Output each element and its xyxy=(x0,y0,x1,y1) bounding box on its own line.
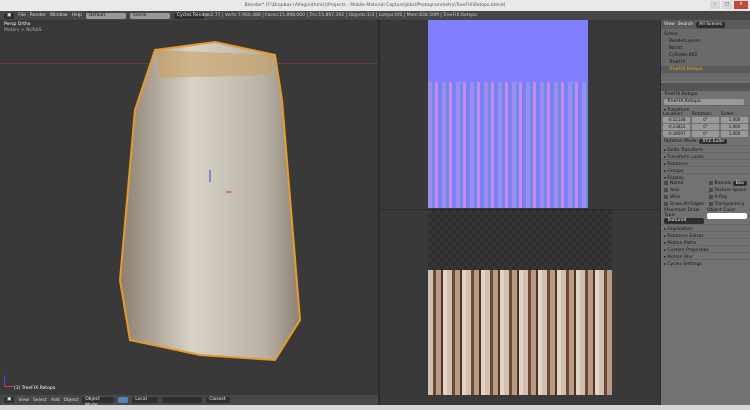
outliner-item[interactable]: TreeFIX xyxy=(661,59,750,66)
menu-help[interactable]: Help xyxy=(72,13,82,18)
checkbox-draw-all-edges[interactable]: Draw All Edges xyxy=(661,201,706,208)
panel-duplication[interactable]: Duplication xyxy=(661,224,750,232)
bark-texture-image xyxy=(428,270,612,395)
menu-render[interactable]: Render xyxy=(30,13,46,18)
shading-icon[interactable] xyxy=(118,397,129,403)
outliner: Scene RenderLayers World Cylinder.002 Tr… xyxy=(661,29,750,81)
scale-z[interactable]: 1.000 xyxy=(721,131,748,137)
outliner-tab-view[interactable]: View xyxy=(664,22,675,27)
scale-x[interactable]: 1.000 xyxy=(721,117,748,123)
panel-motion-blur[interactable]: Motion Blur xyxy=(661,252,750,260)
scene-stats: v2.77 | Verts:7,960,488 | Faces:15,898,0… xyxy=(207,13,477,18)
normal-map-image xyxy=(428,20,588,208)
menu-select[interactable]: Select xyxy=(33,398,47,403)
outliner-filter[interactable]: All Scenes xyxy=(696,21,726,28)
info-header: ▣ File Render Window Help Default Scene … xyxy=(0,11,750,20)
max-draw-type-select[interactable]: Textured xyxy=(664,218,704,224)
rotation-z[interactable]: 0° xyxy=(692,131,719,137)
outliner-header: View Search All Scenes xyxy=(661,20,750,29)
menu-view[interactable]: View xyxy=(18,398,29,403)
panel-groups[interactable]: Groups xyxy=(661,166,750,174)
breadcrumb: TreeFIX.Retopo xyxy=(664,92,698,97)
window-title: Blender* [F:\Dropbox (Allegorithmic)\Pro… xyxy=(244,3,506,8)
layers[interactable] xyxy=(162,397,203,403)
object-color-swatch[interactable] xyxy=(707,213,747,219)
pivot-select[interactable]: Local xyxy=(132,397,159,403)
panel-transform-locks[interactable]: Transform Locks xyxy=(661,152,750,160)
texture-canvas xyxy=(428,210,612,395)
rotation-mode-select[interactable]: XYZ Euler xyxy=(699,139,728,144)
checkbox-texture-space[interactable]: Texture Space xyxy=(706,187,750,194)
panel-relations[interactable]: Relations xyxy=(661,159,750,167)
image-editor-texture[interactable] xyxy=(380,210,660,405)
panel-motion-paths[interactable]: Motion Paths xyxy=(661,238,750,246)
outliner-item[interactable]: Scene xyxy=(661,31,750,38)
outliner-item[interactable]: World xyxy=(661,45,750,52)
object-name-field[interactable]: TreeFIX.Retopo xyxy=(664,99,744,105)
checkbox-transparency[interactable]: Transparency xyxy=(706,201,750,208)
panel-display[interactable]: Display xyxy=(661,173,750,181)
panel-relations-extras[interactable]: Relations Extras xyxy=(661,231,750,239)
panel-delta-transform[interactable]: Delta Transform xyxy=(661,145,750,153)
outliner-item-selected[interactable]: TreeFIX.Retopo xyxy=(661,66,750,73)
mode-select[interactable]: Object Mode xyxy=(82,397,115,408)
viewport-header: ▣ View Select Add Object Object Mode Loc… xyxy=(0,395,378,408)
window-bottom-border xyxy=(0,405,750,410)
menu-object[interactable]: Object xyxy=(64,398,79,403)
axis-icon xyxy=(4,375,14,387)
close-button[interactable]: ✕ xyxy=(734,1,748,9)
location-y[interactable]: -0.13822 xyxy=(663,124,690,130)
menu-add[interactable]: Add xyxy=(51,398,60,403)
minimize-button[interactable]: – xyxy=(710,1,720,9)
outliner-item[interactable]: RenderLayers xyxy=(661,38,750,45)
bark-mesh[interactable] xyxy=(0,20,378,395)
image-editor-normal-map[interactable] xyxy=(380,20,660,209)
outliner-tab-search[interactable]: Search xyxy=(678,22,693,27)
rotation-x[interactable]: 0° xyxy=(692,117,719,123)
object-label: (1) TreeFIX.Retopo xyxy=(14,386,56,391)
menu-window[interactable]: Window xyxy=(50,13,68,18)
scale-y[interactable]: 1.000 xyxy=(721,124,748,130)
editor-type-icon[interactable]: ▣ xyxy=(4,397,15,403)
render-engine-select[interactable]: Cycles Render xyxy=(173,12,209,19)
transform-grid: Location: -0.52148 -0.13822 -0.18097 Rot… xyxy=(661,112,750,138)
title-bar: Blender* [F:\Dropbox (Allegorithmic)\Pro… xyxy=(0,0,750,11)
outliner-item[interactable]: Cylinder.002 xyxy=(661,52,750,59)
panel-transform[interactable]: Transform xyxy=(661,105,750,113)
layout-select[interactable]: Default xyxy=(85,12,126,19)
checkbox-x-ray[interactable]: X-Ray xyxy=(706,194,750,201)
menu-file[interactable]: File xyxy=(18,13,26,18)
checkbox-name[interactable]: Name xyxy=(661,180,706,187)
properties-panel: View Search All Scenes Scene RenderLayer… xyxy=(661,20,750,405)
properties-tabs[interactable] xyxy=(661,83,750,91)
location-x[interactable]: -0.52148 xyxy=(663,117,690,123)
location-z[interactable]: -0.18097 xyxy=(663,131,690,137)
checkbox-wire[interactable]: Wire xyxy=(661,194,706,201)
maximize-button[interactable]: ▢ xyxy=(722,1,732,9)
checkbox-axis[interactable]: Axis xyxy=(661,187,706,194)
editor-type-icon[interactable]: ▣ xyxy=(4,12,15,19)
scene-select[interactable]: Scene xyxy=(129,12,170,19)
checkbox-bounds[interactable]: Bounds Box xyxy=(706,180,750,187)
panel-cycles-settings[interactable]: Cycles Settings xyxy=(661,259,750,267)
panel-custom-properties[interactable]: Custom Properties xyxy=(661,245,750,253)
rotation-y[interactable]: 0° xyxy=(692,124,719,130)
3d-viewport[interactable]: Persp Ortho Meters + NURBS (1) TreeFIX.R… xyxy=(0,20,378,395)
snap-select[interactable]: Closest xyxy=(206,397,231,403)
